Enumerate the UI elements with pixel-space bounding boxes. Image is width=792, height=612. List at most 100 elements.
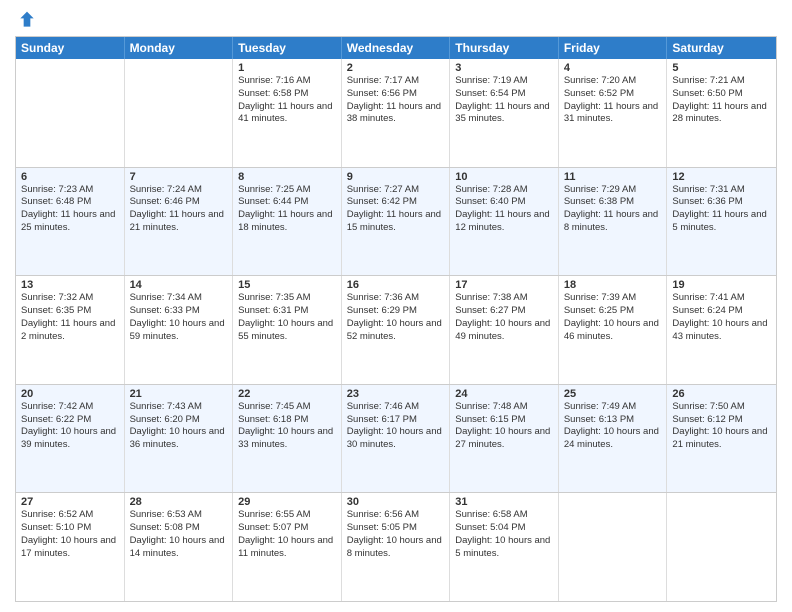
- calendar-cell: 19Sunrise: 7:41 AMSunset: 6:24 PMDayligh…: [667, 276, 776, 384]
- day-number: 22: [238, 388, 336, 400]
- day-number: 2: [347, 62, 445, 74]
- cell-info: Sunrise: 7:28 AMSunset: 6:40 PMDaylight:…: [455, 184, 553, 235]
- header-day-wednesday: Wednesday: [342, 37, 451, 59]
- cell-info: Sunrise: 7:46 AMSunset: 6:17 PMDaylight:…: [347, 401, 445, 452]
- calendar-cell: 17Sunrise: 7:38 AMSunset: 6:27 PMDayligh…: [450, 276, 559, 384]
- header-day-friday: Friday: [559, 37, 668, 59]
- day-number: 27: [21, 496, 119, 508]
- calendar-cell: 25Sunrise: 7:49 AMSunset: 6:13 PMDayligh…: [559, 385, 668, 493]
- cell-info: Sunrise: 7:50 AMSunset: 6:12 PMDaylight:…: [672, 401, 771, 452]
- cell-info: Sunrise: 7:31 AMSunset: 6:36 PMDaylight:…: [672, 184, 771, 235]
- day-number: 9: [347, 171, 445, 183]
- cell-info: Sunrise: 6:53 AMSunset: 5:08 PMDaylight:…: [130, 509, 228, 560]
- calendar-cell: 1Sunrise: 7:16 AMSunset: 6:58 PMDaylight…: [233, 59, 342, 167]
- calendar-row-5: 27Sunrise: 6:52 AMSunset: 5:10 PMDayligh…: [16, 492, 776, 601]
- calendar-cell: 3Sunrise: 7:19 AMSunset: 6:54 PMDaylight…: [450, 59, 559, 167]
- calendar-cell: 26Sunrise: 7:50 AMSunset: 6:12 PMDayligh…: [667, 385, 776, 493]
- calendar-cell: 30Sunrise: 6:56 AMSunset: 5:05 PMDayligh…: [342, 493, 451, 601]
- cell-info: Sunrise: 7:34 AMSunset: 6:33 PMDaylight:…: [130, 292, 228, 343]
- calendar-cell: 21Sunrise: 7:43 AMSunset: 6:20 PMDayligh…: [125, 385, 234, 493]
- cell-info: Sunrise: 6:52 AMSunset: 5:10 PMDaylight:…: [21, 509, 119, 560]
- cell-info: Sunrise: 7:45 AMSunset: 6:18 PMDaylight:…: [238, 401, 336, 452]
- cell-info: Sunrise: 7:42 AMSunset: 6:22 PMDaylight:…: [21, 401, 119, 452]
- header: [15, 10, 777, 30]
- calendar-cell: 13Sunrise: 7:32 AMSunset: 6:35 PMDayligh…: [16, 276, 125, 384]
- header-day-sunday: Sunday: [16, 37, 125, 59]
- cell-info: Sunrise: 7:48 AMSunset: 6:15 PMDaylight:…: [455, 401, 553, 452]
- header-day-tuesday: Tuesday: [233, 37, 342, 59]
- day-number: 11: [564, 171, 662, 183]
- cell-info: Sunrise: 6:58 AMSunset: 5:04 PMDaylight:…: [455, 509, 553, 560]
- calendar-cell: 23Sunrise: 7:46 AMSunset: 6:17 PMDayligh…: [342, 385, 451, 493]
- header-day-saturday: Saturday: [667, 37, 776, 59]
- calendar-cell: 24Sunrise: 7:48 AMSunset: 6:15 PMDayligh…: [450, 385, 559, 493]
- cell-info: Sunrise: 7:39 AMSunset: 6:25 PMDaylight:…: [564, 292, 662, 343]
- day-number: 20: [21, 388, 119, 400]
- calendar-cell: 28Sunrise: 6:53 AMSunset: 5:08 PMDayligh…: [125, 493, 234, 601]
- calendar-cell: [559, 493, 668, 601]
- cell-info: Sunrise: 7:21 AMSunset: 6:50 PMDaylight:…: [672, 75, 771, 126]
- day-number: 26: [672, 388, 771, 400]
- calendar-cell: 15Sunrise: 7:35 AMSunset: 6:31 PMDayligh…: [233, 276, 342, 384]
- cell-info: Sunrise: 6:56 AMSunset: 5:05 PMDaylight:…: [347, 509, 445, 560]
- calendar: SundayMondayTuesdayWednesdayThursdayFrid…: [15, 36, 777, 602]
- day-number: 21: [130, 388, 228, 400]
- day-number: 15: [238, 279, 336, 291]
- day-number: 7: [130, 171, 228, 183]
- cell-info: Sunrise: 7:19 AMSunset: 6:54 PMDaylight:…: [455, 75, 553, 126]
- calendar-cell: [125, 59, 234, 167]
- calendar-cell: 16Sunrise: 7:36 AMSunset: 6:29 PMDayligh…: [342, 276, 451, 384]
- header-day-monday: Monday: [125, 37, 234, 59]
- calendar-cell: 27Sunrise: 6:52 AMSunset: 5:10 PMDayligh…: [16, 493, 125, 601]
- day-number: 1: [238, 62, 336, 74]
- day-number: 16: [347, 279, 445, 291]
- day-number: 10: [455, 171, 553, 183]
- page: SundayMondayTuesdayWednesdayThursdayFrid…: [0, 0, 792, 612]
- calendar-cell: 22Sunrise: 7:45 AMSunset: 6:18 PMDayligh…: [233, 385, 342, 493]
- day-number: 19: [672, 279, 771, 291]
- calendar-cell: 9Sunrise: 7:27 AMSunset: 6:42 PMDaylight…: [342, 168, 451, 276]
- day-number: 3: [455, 62, 553, 74]
- cell-info: Sunrise: 7:24 AMSunset: 6:46 PMDaylight:…: [130, 184, 228, 235]
- calendar-cell: 4Sunrise: 7:20 AMSunset: 6:52 PMDaylight…: [559, 59, 668, 167]
- cell-info: Sunrise: 7:16 AMSunset: 6:58 PMDaylight:…: [238, 75, 336, 126]
- cell-info: Sunrise: 7:23 AMSunset: 6:48 PMDaylight:…: [21, 184, 119, 235]
- day-number: 5: [672, 62, 771, 74]
- logo-text: [15, 10, 37, 30]
- day-number: 12: [672, 171, 771, 183]
- cell-info: Sunrise: 7:32 AMSunset: 6:35 PMDaylight:…: [21, 292, 119, 343]
- calendar-row-1: 1Sunrise: 7:16 AMSunset: 6:58 PMDaylight…: [16, 59, 776, 167]
- cell-info: Sunrise: 7:25 AMSunset: 6:44 PMDaylight:…: [238, 184, 336, 235]
- calendar-cell: 11Sunrise: 7:29 AMSunset: 6:38 PMDayligh…: [559, 168, 668, 276]
- day-number: 24: [455, 388, 553, 400]
- cell-info: Sunrise: 7:35 AMSunset: 6:31 PMDaylight:…: [238, 292, 336, 343]
- day-number: 30: [347, 496, 445, 508]
- day-number: 13: [21, 279, 119, 291]
- calendar-row-3: 13Sunrise: 7:32 AMSunset: 6:35 PMDayligh…: [16, 275, 776, 384]
- day-number: 17: [455, 279, 553, 291]
- day-number: 23: [347, 388, 445, 400]
- calendar-cell: 14Sunrise: 7:34 AMSunset: 6:33 PMDayligh…: [125, 276, 234, 384]
- cell-info: Sunrise: 7:20 AMSunset: 6:52 PMDaylight:…: [564, 75, 662, 126]
- cell-info: Sunrise: 7:41 AMSunset: 6:24 PMDaylight:…: [672, 292, 771, 343]
- cell-info: Sunrise: 7:36 AMSunset: 6:29 PMDaylight:…: [347, 292, 445, 343]
- calendar-cell: [16, 59, 125, 167]
- cell-info: Sunrise: 7:43 AMSunset: 6:20 PMDaylight:…: [130, 401, 228, 452]
- calendar-cell: 6Sunrise: 7:23 AMSunset: 6:48 PMDaylight…: [16, 168, 125, 276]
- logo-icon: [17, 10, 37, 30]
- calendar-cell: 12Sunrise: 7:31 AMSunset: 6:36 PMDayligh…: [667, 168, 776, 276]
- day-number: 31: [455, 496, 553, 508]
- logo: [15, 10, 37, 30]
- calendar-header: SundayMondayTuesdayWednesdayThursdayFrid…: [16, 37, 776, 59]
- calendar-cell: 31Sunrise: 6:58 AMSunset: 5:04 PMDayligh…: [450, 493, 559, 601]
- cell-info: Sunrise: 6:55 AMSunset: 5:07 PMDaylight:…: [238, 509, 336, 560]
- day-number: 14: [130, 279, 228, 291]
- calendar-row-2: 6Sunrise: 7:23 AMSunset: 6:48 PMDaylight…: [16, 167, 776, 276]
- calendar-cell: 18Sunrise: 7:39 AMSunset: 6:25 PMDayligh…: [559, 276, 668, 384]
- header-day-thursday: Thursday: [450, 37, 559, 59]
- calendar-cell: [667, 493, 776, 601]
- cell-info: Sunrise: 7:17 AMSunset: 6:56 PMDaylight:…: [347, 75, 445, 126]
- calendar-cell: 2Sunrise: 7:17 AMSunset: 6:56 PMDaylight…: [342, 59, 451, 167]
- calendar-cell: 20Sunrise: 7:42 AMSunset: 6:22 PMDayligh…: [16, 385, 125, 493]
- day-number: 29: [238, 496, 336, 508]
